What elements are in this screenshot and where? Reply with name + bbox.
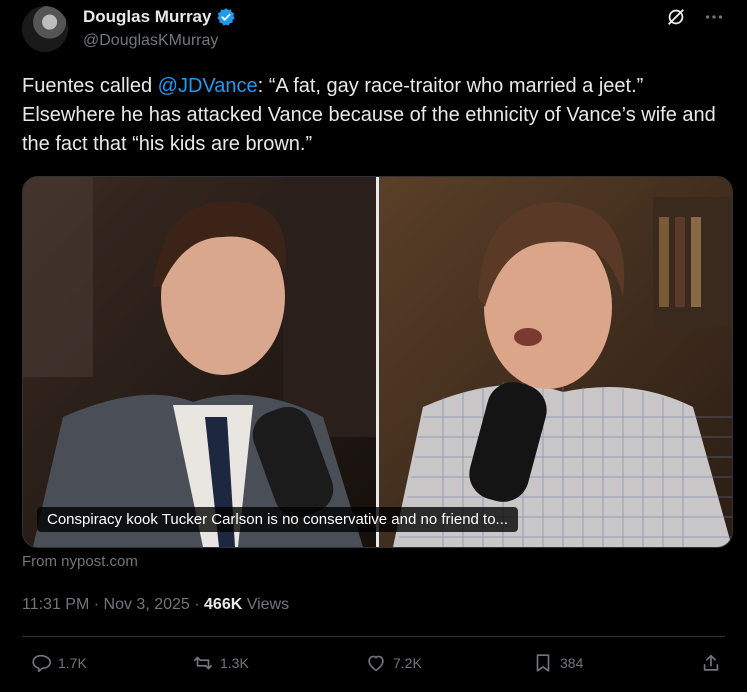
repost-button[interactable]: 1.3K	[192, 652, 249, 674]
top-actions	[665, 6, 725, 28]
tweet-time[interactable]: 11:31 PM	[22, 596, 89, 613]
views-label: Views	[246, 596, 290, 613]
like-count: 7.2K	[393, 655, 422, 671]
mention-link[interactable]: @JDVance	[158, 75, 258, 97]
tweet-date[interactable]: Nov 3, 2025	[104, 596, 190, 613]
author-name-row: Douglas Murray	[83, 7, 236, 27]
action-bar: 1.7K 1.3K 7.2K 384	[22, 652, 725, 682]
reply-count: 1.7K	[58, 655, 87, 671]
media-card[interactable]: Conspiracy kook Tucker Carlson is no con…	[22, 176, 733, 548]
media-caption: Conspiracy kook Tucker Carlson is no con…	[37, 507, 519, 532]
repost-icon	[193, 656, 213, 670]
avatar[interactable]	[22, 6, 68, 52]
reply-button[interactable]: 1.7K	[30, 652, 87, 674]
tweet-meta: 11:31 PM · Nov 3, 2025 · 466K Views	[22, 596, 290, 613]
grok-icon[interactable]	[665, 6, 687, 28]
divider	[22, 636, 725, 637]
bookmark-icon	[536, 654, 550, 672]
media-image	[23, 177, 732, 547]
share-button[interactable]	[700, 652, 722, 674]
tweet-text: Fuentes called @JDVance: “A fat, gay rac…	[22, 72, 722, 159]
views-count: 466K	[204, 596, 243, 613]
author-handle[interactable]: @DouglasKMurray	[83, 32, 218, 50]
verified-badge-icon	[217, 8, 236, 26]
tweet-text-before: Fuentes called	[22, 75, 158, 97]
reply-icon	[32, 654, 51, 673]
link-source[interactable]: From nypost.com	[22, 553, 138, 570]
bookmark-count: 384	[560, 655, 584, 671]
bookmark-button[interactable]: 384	[532, 652, 583, 674]
repost-count: 1.3K	[220, 655, 249, 671]
heart-icon	[368, 655, 384, 672]
like-button[interactable]: 7.2K	[365, 652, 422, 674]
author-name[interactable]: Douglas Murray	[83, 7, 211, 27]
share-icon	[703, 654, 719, 671]
more-options-icon[interactable]	[703, 6, 725, 28]
